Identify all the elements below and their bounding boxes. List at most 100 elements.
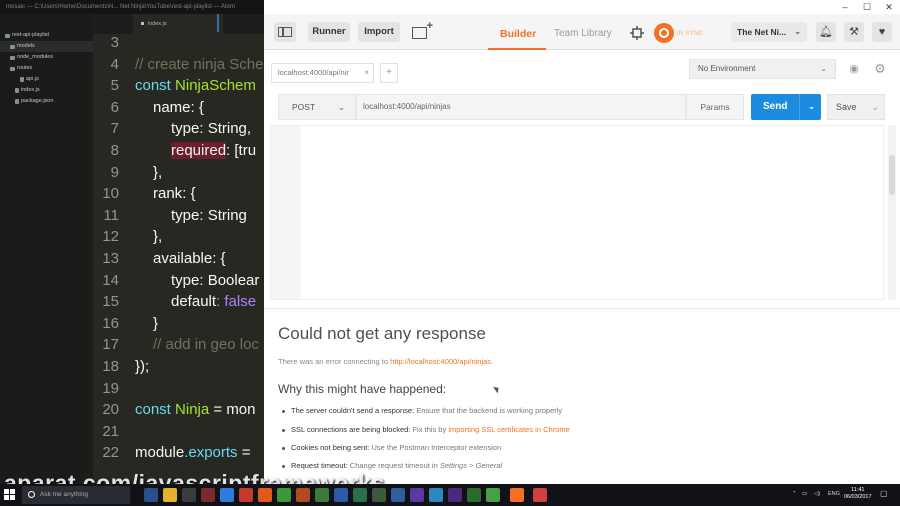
code-key: type (171, 206, 200, 224)
chevron-down-icon[interactable]: ⌄ (808, 94, 815, 120)
tree-item[interactable]: package.json (0, 96, 93, 107)
clock[interactable]: 11:41 06/03/2017 (844, 487, 872, 501)
eye-icon[interactable]: ◉ (846, 61, 862, 77)
team-name: The Net Ni... (737, 27, 787, 37)
close-icon[interactable]: ✕ (878, 0, 900, 14)
minimize-icon[interactable]: – (834, 0, 856, 14)
code-line: required: [tru (171, 142, 256, 159)
line-number: 5 (110, 77, 119, 95)
line-number: 3 (110, 34, 119, 51)
send-split (799, 94, 800, 120)
request-tab[interactable]: localhost:4000/api/nir × (271, 63, 374, 83)
tree-item[interactable]: rest-api-playlist (0, 30, 93, 41)
notifications-bell-icon[interactable]: 🔔︎ (816, 22, 836, 42)
environment-select[interactable]: No Environment ⌄ (689, 59, 836, 79)
code-value: : String, (199, 120, 252, 138)
firefox-icon[interactable] (258, 488, 272, 502)
photoshop-icon[interactable] (429, 488, 443, 502)
reason-body: Change request timeout in (347, 461, 440, 470)
postman-header: Runner Import Builder Team Library IN SY… (264, 14, 900, 50)
line-number: 19 (102, 379, 119, 397)
new-window-icon[interactable] (412, 20, 433, 39)
close-tab-icon[interactable]: × (364, 64, 369, 82)
gear-icon[interactable]: ⚙ (872, 61, 888, 77)
app-icon[interactable] (467, 488, 481, 502)
tray-chevron-icon[interactable]: ⌃ (792, 491, 797, 497)
code-identifier: .exports (184, 444, 238, 462)
app-icon[interactable] (372, 488, 386, 502)
notifications-icon[interactable]: ▢ (880, 489, 888, 498)
code-editor[interactable]: // create ninja Sche const NinjaSchem name… (135, 34, 264, 484)
interceptor-icon[interactable] (630, 26, 644, 40)
line-number: 20 (102, 401, 119, 419)
tree-item[interactable]: models (0, 41, 93, 52)
task-view-icon[interactable] (144, 488, 158, 502)
line-number: 10 (102, 185, 119, 203)
tree-item[interactable]: index.js (0, 85, 93, 96)
code-keyword: const (135, 77, 176, 95)
import-button[interactable]: Import (358, 22, 400, 42)
error-desc-suffix: . (491, 357, 494, 366)
sync-icon[interactable] (654, 23, 674, 43)
maximize-icon[interactable]: ☐ (856, 0, 878, 14)
code-key: name (153, 98, 191, 116)
url-input[interactable]: localhost:4000/api/ninjas (356, 94, 686, 120)
app-icon[interactable] (296, 488, 310, 502)
error-url-link[interactable]: http://localhost:4000/api/ninjas (390, 357, 491, 366)
tab-builder[interactable]: Builder (500, 28, 536, 40)
code-key: type (171, 120, 200, 138)
request-body-editor[interactable] (270, 125, 884, 300)
app-icon[interactable] (448, 488, 462, 502)
atom-icon[interactable] (486, 488, 500, 502)
opera-icon[interactable] (201, 488, 215, 502)
edge-icon[interactable] (220, 488, 234, 502)
runner-button[interactable]: Runner (308, 22, 350, 42)
store-icon[interactable] (182, 488, 196, 502)
premiere-icon[interactable] (410, 488, 424, 502)
wrench-icon[interactable]: ⚒ (844, 22, 864, 42)
language-indicator[interactable]: ENG (828, 491, 840, 497)
team-dropdown[interactable]: The Net Ni... ⌄ (731, 22, 807, 42)
tree-item[interactable]: api.js (0, 74, 93, 85)
network-icon[interactable]: ▭ (802, 491, 807, 497)
tab-team-library[interactable]: Team Library (554, 28, 612, 39)
volume-icon[interactable]: ◁) (814, 491, 820, 497)
cortana-search-input[interactable]: Ask me anything (22, 486, 130, 504)
ssl-certificates-link[interactable]: importing SSL certificates in Chrome (448, 425, 569, 434)
atom-title-bar: mosaic — C:\Users\Home\Documents\N... Ne… (0, 0, 264, 14)
code-line: type: String, (171, 120, 251, 137)
excel-icon[interactable] (315, 488, 329, 502)
app-icon[interactable] (353, 488, 367, 502)
file-tree[interactable]: rest-api-playlist models node_modules route… (0, 14, 93, 484)
tree-item[interactable]: node_modules (0, 52, 93, 63)
app-icon[interactable] (533, 488, 547, 502)
chevron-down-icon[interactable]: ⌄ (871, 95, 879, 119)
method-select[interactable]: POST ⌄ (278, 94, 356, 120)
code-line: // add in geo loc (153, 336, 259, 353)
app-icon[interactable] (391, 488, 405, 502)
code-line: rank: { (153, 185, 196, 202)
response-error-title: Could not get any response (278, 324, 486, 343)
tree-item[interactable]: routes (0, 63, 93, 74)
send-button[interactable]: Send ⌄ (751, 94, 821, 120)
opera-browser-icon[interactable] (239, 488, 253, 502)
postman-taskbar-icon[interactable] (510, 488, 524, 502)
code-text: }, (153, 163, 163, 181)
heart-icon[interactable]: ♥ (872, 22, 892, 42)
scrollbar[interactable] (888, 125, 896, 300)
sidebar-toggle-button[interactable] (274, 22, 296, 42)
chevron-down-icon: ⌄ (820, 64, 827, 73)
save-button[interactable]: Save ⌄ (827, 94, 885, 120)
line-number: 9 (110, 163, 119, 181)
file-explorer-icon[interactable] (163, 488, 177, 502)
add-tab-button[interactable]: + (380, 63, 398, 83)
chrome-icon[interactable] (277, 488, 291, 502)
word-icon[interactable] (334, 488, 348, 502)
atom-tab-index-js[interactable]: index.js (133, 14, 223, 34)
scrollbar-thumb[interactable] (889, 155, 895, 195)
windows-start-icon[interactable] (4, 489, 16, 501)
request-tab-row: localhost:4000/api/nir × + No Environment… (264, 51, 900, 87)
code-line: }, (153, 164, 162, 181)
params-button[interactable]: Params (686, 94, 744, 120)
code-line: const NinjaSchem (135, 77, 256, 94)
